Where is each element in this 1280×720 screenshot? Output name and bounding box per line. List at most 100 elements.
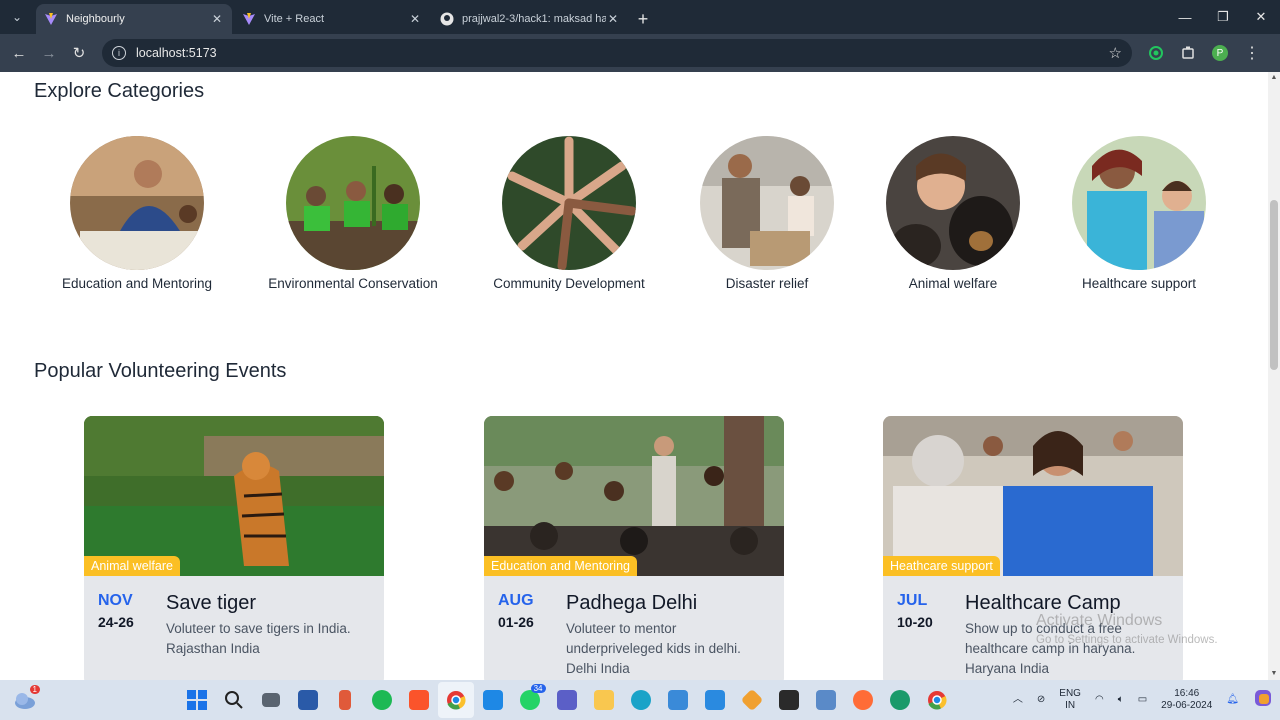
notifications-bell-icon[interactable]: 🔔︎ xyxy=(1226,694,1239,706)
category-disaster-relief[interactable]: Disaster relief xyxy=(667,136,867,291)
scroll-down-arrow-icon[interactable]: ▼ xyxy=(1268,668,1280,680)
site-info-icon[interactable]: i xyxy=(112,46,126,60)
teams-icon[interactable] xyxy=(549,682,585,718)
event-card-padhega-delhi[interactable]: Education and Mentoring AUG 01-26 Padheg… xyxy=(484,416,784,680)
category-healthcare[interactable]: Healthcare support xyxy=(1039,136,1239,291)
minimize-icon[interactable]: — xyxy=(1166,0,1204,34)
event-category-tag: Heathcare support xyxy=(883,556,1000,576)
category-label: Animal welfare xyxy=(908,276,998,291)
battery-icon[interactable]: ▭ xyxy=(1138,694,1147,706)
chrome-icon-2[interactable] xyxy=(919,682,955,718)
copilot-icon[interactable] xyxy=(1253,688,1273,712)
clock-date: 29-06-2024 xyxy=(1161,700,1213,711)
event-location: Haryana India xyxy=(965,661,1050,676)
scrollbar-thumb[interactable] xyxy=(1270,200,1278,370)
tab-vite-react[interactable]: Vite + React ✕ xyxy=(234,4,430,34)
event-month: JUL xyxy=(897,592,928,609)
watermark-title: Activate Windows xyxy=(1036,612,1163,629)
address-bar[interactable]: i localhost:5173 ☆ xyxy=(102,39,1132,67)
reload-icon[interactable]: ↻ xyxy=(64,38,94,68)
category-label: Healthcare support xyxy=(1081,276,1197,291)
close-tab-icon[interactable]: ✕ xyxy=(408,12,422,26)
page-scrollbar[interactable]: ▲ ▼ xyxy=(1268,72,1280,680)
clock[interactable]: 16:46 29-06-2024 xyxy=(1161,688,1212,712)
location-off-icon[interactable]: ⊘ xyxy=(1037,694,1045,706)
close-tab-icon[interactable]: ✕ xyxy=(210,12,224,26)
powershell-icon[interactable] xyxy=(290,682,326,718)
terminal-icon[interactable] xyxy=(771,682,807,718)
show-hidden-icons-chevron-icon[interactable]: ︿ xyxy=(1013,694,1023,706)
edge-icon[interactable] xyxy=(623,682,659,718)
system-tray: ︿ ⊘ ENG IN ◠ 🔈︎ ▭ 16:46 29-06-2024 🔔︎ xyxy=(1006,680,1280,720)
language-indicator[interactable]: ENG IN xyxy=(1059,688,1081,712)
event-days: 01-26 xyxy=(498,614,534,630)
maximize-icon[interactable]: ❐ xyxy=(1204,0,1242,34)
wifi-icon[interactable]: ◠ xyxy=(1095,694,1104,706)
category-environment[interactable]: Environmental Conservation xyxy=(253,136,453,291)
category-animal-welfare[interactable]: Animal welfare xyxy=(853,136,1053,291)
category-education[interactable]: Education and Mentoring xyxy=(37,136,237,291)
git-icon[interactable] xyxy=(734,682,770,718)
tab-search-chevron-icon[interactable]: ⌄ xyxy=(0,0,34,34)
category-image xyxy=(286,136,420,270)
event-days: 24-26 xyxy=(98,614,134,630)
extension-circle-icon[interactable] xyxy=(1140,37,1172,69)
event-card-save-tiger[interactable]: Animal welfare NOV 24-26 Save tiger Volu… xyxy=(84,416,384,680)
event-month: AUG xyxy=(498,592,534,609)
browser-toolbar: ← → ↻ i localhost:5173 ☆ P ⋮ xyxy=(0,34,1280,72)
store-icon[interactable] xyxy=(660,682,696,718)
browser-menu-icon[interactable]: ⋮ xyxy=(1236,37,1268,69)
close-tab-icon[interactable]: ✕ xyxy=(606,12,620,26)
events-heading: Popular Volunteering Events xyxy=(34,360,287,382)
volume-icon[interactable]: 🔈︎ xyxy=(1118,694,1124,706)
event-location: Delhi India xyxy=(566,661,630,676)
brave-icon[interactable] xyxy=(401,682,437,718)
back-icon[interactable]: ← xyxy=(4,38,34,68)
tab-neighbourly[interactable]: Neighbourly ✕ xyxy=(36,4,232,34)
new-tab-icon[interactable]: + xyxy=(628,4,658,34)
figma-icon[interactable] xyxy=(327,682,363,718)
tab-github[interactable]: prajjwal2-3/hack1: maksad hasil ✕ xyxy=(432,4,628,34)
vite-favicon-icon xyxy=(242,12,256,26)
windows-taskbar: 1 34 ︿ ⊘ ENG IN ◠ 🔈︎ ▭ 16:46 29-06-2024 … xyxy=(0,680,1280,720)
search-icon[interactable] xyxy=(216,682,252,718)
notepad-icon[interactable] xyxy=(808,682,844,718)
event-title: Padhega Delhi xyxy=(566,592,698,614)
watermark-subtitle: Go to Settings to activate Windows. xyxy=(1036,634,1218,646)
event-category-tag: Education and Mentoring xyxy=(484,556,637,576)
chrome-icon[interactable] xyxy=(437,682,474,718)
category-community[interactable]: Community Development xyxy=(469,136,669,291)
whatsapp-icon[interactable]: 34 xyxy=(512,682,548,718)
clock-time: 16:46 xyxy=(1174,688,1200,699)
spotify-icon[interactable] xyxy=(364,682,400,718)
profile-avatar[interactable]: P xyxy=(1212,45,1228,61)
event-days: 10-20 xyxy=(897,614,933,630)
close-window-icon[interactable]: ✕ xyxy=(1242,0,1280,34)
forward-icon[interactable]: → xyxy=(34,38,64,68)
postman-icon[interactable] xyxy=(845,682,881,718)
bookmark-star-icon[interactable]: ☆ xyxy=(1109,44,1122,62)
category-image xyxy=(70,136,204,270)
category-label: Education and Mentoring xyxy=(61,276,213,291)
file-explorer-icon[interactable] xyxy=(586,682,622,718)
start-windows-icon[interactable] xyxy=(179,682,215,718)
recorder-icon[interactable] xyxy=(882,682,918,718)
tab-title: prajjwal2-3/hack1: maksad hasil xyxy=(462,13,606,25)
weather-widget[interactable]: 1 xyxy=(0,680,50,720)
todo-icon[interactable] xyxy=(697,682,733,718)
event-image: Heathcare support xyxy=(883,416,1183,576)
scroll-up-arrow-icon[interactable]: ▲ xyxy=(1268,72,1280,84)
vite-favicon-icon xyxy=(44,12,58,26)
event-category-tag: Animal welfare xyxy=(84,556,180,576)
event-image: Animal welfare xyxy=(84,416,384,576)
language-code: ENG xyxy=(1059,688,1081,699)
vscode-icon[interactable] xyxy=(475,682,511,718)
event-title: Save tiger xyxy=(166,592,257,614)
page-content: Explore Categories Education and Mentori… xyxy=(0,72,1268,680)
event-month: NOV xyxy=(98,592,133,609)
activate-windows-watermark: Activate Windows Go to Settings to activ… xyxy=(1036,612,1218,646)
github-favicon-icon xyxy=(440,12,454,26)
extensions-puzzle-icon[interactable] xyxy=(1172,37,1204,69)
task-view-icon[interactable] xyxy=(253,682,289,718)
tab-title: Neighbourly xyxy=(66,13,125,25)
